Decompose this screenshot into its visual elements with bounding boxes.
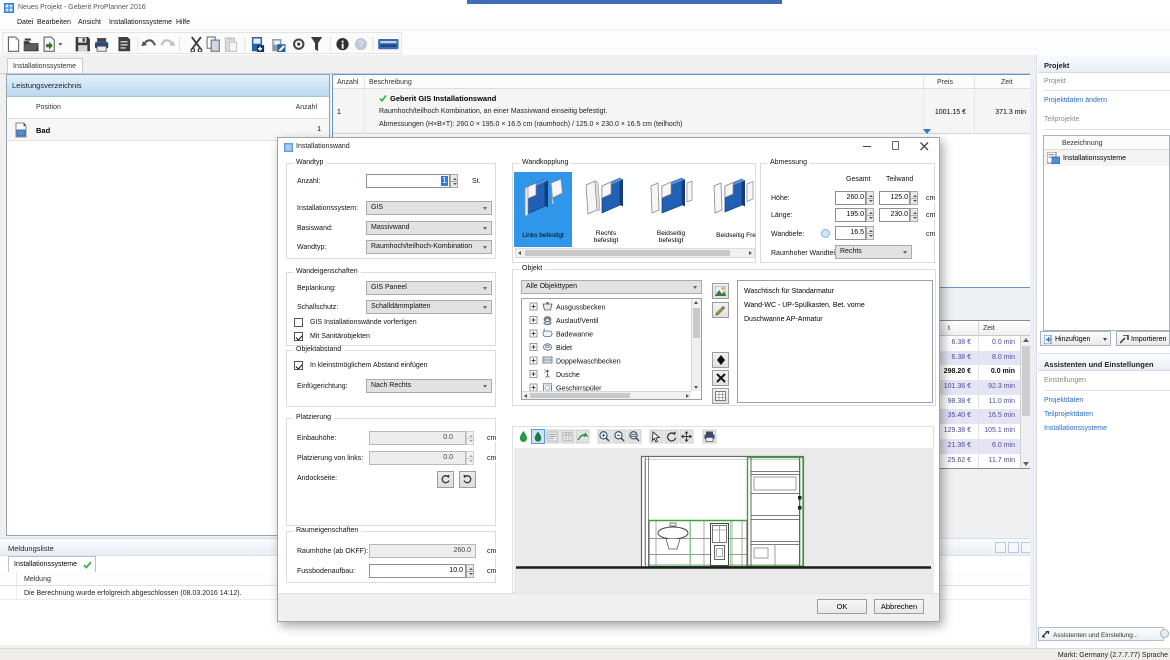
svg-text:Bidet: Bidet <box>556 345 572 352</box>
svg-text:Ausgussbecken: Ausgussbecken <box>556 305 606 312</box>
svg-text:?: ? <box>359 40 364 49</box>
svg-text:Auslauf/Ventil: Auslauf/Ventil <box>556 318 599 325</box>
svg-text:Doppelwaschbecken: Doppelwaschbecken <box>556 359 621 366</box>
svg-text:Badewanne: Badewanne <box>556 332 593 339</box>
svg-text:Dusche: Dusche <box>556 372 580 379</box>
